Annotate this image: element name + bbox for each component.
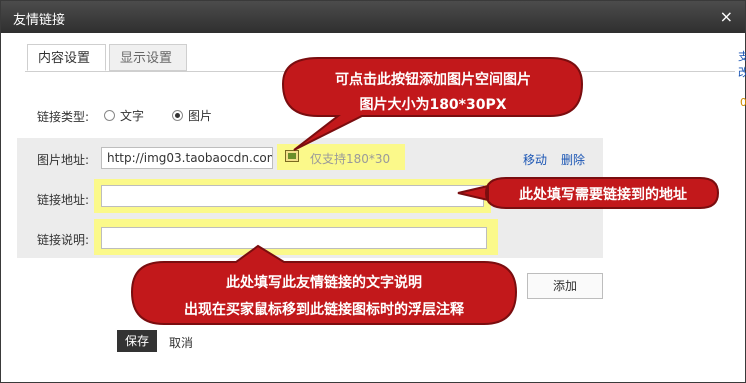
add-button[interactable]: 添加: [527, 273, 603, 299]
dialog-titlebar: 友情链接 ×: [1, 1, 745, 33]
right-callout-text: 此处填写需要链接到的地址: [519, 187, 687, 203]
link-address-input[interactable]: [101, 185, 484, 207]
background-text-3: 0: [740, 96, 746, 109]
bottom-callout-line2: 出现在买家鼠标移到此链接图标时的浮层注释: [184, 302, 464, 318]
save-button[interactable]: 保存: [117, 330, 157, 352]
radio-image[interactable]: [172, 110, 183, 121]
cancel-button[interactable]: 取消: [169, 334, 193, 351]
link-desc-label: 链接说明:: [37, 233, 90, 247]
link-address-label: 链接地址:: [37, 193, 90, 207]
dialog-title: 友情链接: [13, 13, 66, 28]
top-callout-line2: 图片大小为180*30PX: [359, 97, 507, 113]
delete-link[interactable]: 删除: [561, 151, 585, 168]
tab-content-settings[interactable]: 内容设置: [27, 44, 106, 71]
move-link[interactable]: 移动: [523, 151, 547, 168]
link-type-label: 链接类型:: [37, 110, 90, 124]
top-callout-line1: 可点击此按钮添加图片空间图片: [335, 72, 531, 88]
radio-image-label: 图片: [188, 109, 213, 123]
image-address-input[interactable]: http://img03.taobaocdn.com/: [101, 147, 273, 169]
background-text-1: 支: [738, 50, 746, 63]
close-icon[interactable]: ×: [720, 7, 733, 26]
size-hint: 仅支持180*30: [310, 152, 391, 166]
background-text-2: 改: [738, 66, 746, 79]
tab-display-settings[interactable]: 显示设置: [109, 44, 187, 71]
link-desc-input[interactable]: [101, 227, 487, 249]
image-space-icon[interactable]: [285, 150, 299, 162]
image-address-label: 图片地址:: [37, 153, 90, 167]
bottom-callout-line1: 此处填写此友情链接的文字说明: [226, 275, 422, 291]
radio-text[interactable]: [104, 110, 115, 121]
radio-text-label: 文字: [120, 109, 145, 123]
